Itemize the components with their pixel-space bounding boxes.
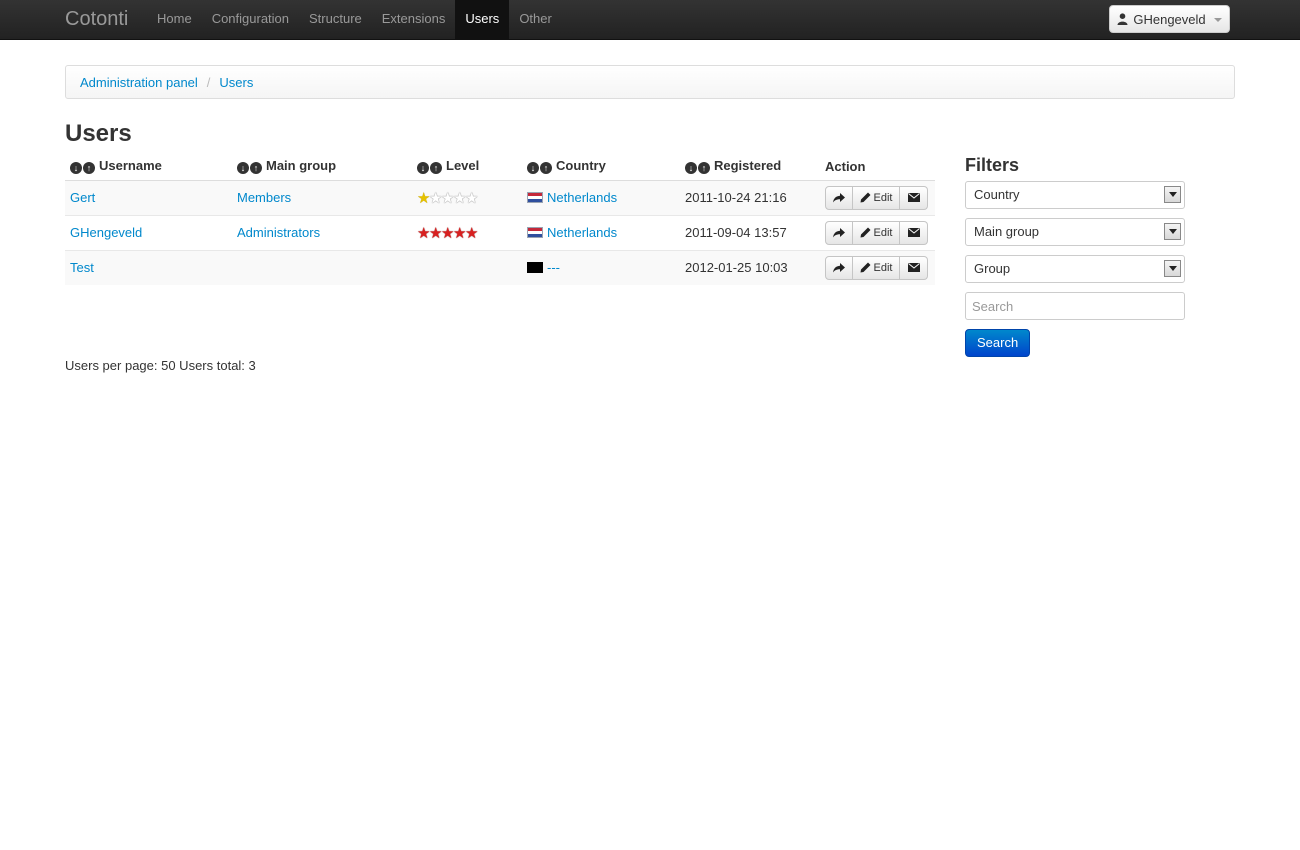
- main-group-link[interactable]: Members: [237, 190, 291, 205]
- search-button[interactable]: Search: [965, 329, 1031, 357]
- star-empty-icon: ★: [465, 190, 479, 207]
- star-filled-icon: ★: [417, 190, 431, 207]
- row-actions: Edit: [825, 255, 928, 280]
- registered-date: 2012-01-25 10:03: [680, 250, 820, 285]
- star-filled-icon: ★: [453, 225, 467, 242]
- users-table: ↓ ↑ Username ↓ ↑ Main group ↓ ↑ Level ↓ ↑ Countr…: [65, 153, 935, 285]
- caret-down-icon: [1213, 17, 1222, 22]
- column-header-username: ↓ ↑ Username: [65, 153, 232, 181]
- edit-button[interactable]: Edit: [853, 185, 900, 210]
- dropdown-arrow-icon: [1164, 186, 1181, 203]
- star-filled-icon: ★: [465, 225, 479, 242]
- user-menu-button[interactable]: GHengeveld: [1109, 5, 1230, 33]
- star-empty-icon: ★: [429, 190, 443, 207]
- breadcrumb: Administration panel / Users: [65, 65, 1235, 99]
- breadcrumb-users[interactable]: Users: [219, 75, 253, 90]
- dropdown-arrow-icon: [1164, 223, 1181, 240]
- sort-asc-icon[interactable]: ↑: [698, 162, 710, 175]
- star-filled-icon: ★: [441, 225, 455, 242]
- sort-desc-icon[interactable]: ↓: [237, 162, 249, 175]
- send-message-button[interactable]: [900, 185, 928, 210]
- main-nav: Home Configuration Structure Extensions …: [147, 0, 562, 40]
- netherlands-flag-icon: [527, 192, 543, 203]
- nav-extensions[interactable]: Extensions: [372, 0, 456, 40]
- main-group-link[interactable]: Administrators: [237, 225, 320, 240]
- edit-button[interactable]: Edit: [853, 220, 900, 245]
- column-header-country: ↓ ↑ Country: [522, 153, 680, 181]
- username-link[interactable]: Test: [70, 260, 94, 275]
- filters-panel: Filters Country Main group Group Search: [965, 155, 1185, 357]
- table-row: Test --- 2012-01-25 10:03 Edit: [65, 250, 935, 285]
- nav-users[interactable]: Users: [455, 0, 510, 40]
- sort-desc-icon[interactable]: ↓: [685, 162, 697, 175]
- country-select[interactable]: Country: [965, 181, 1185, 209]
- username-link[interactable]: Gert: [70, 190, 95, 205]
- pencil-icon: [860, 262, 871, 273]
- star-empty-icon: ★: [453, 190, 467, 207]
- share-arrow-icon: [833, 262, 845, 273]
- pencil-icon: [860, 192, 871, 203]
- row-actions: Edit: [825, 185, 928, 210]
- view-profile-button[interactable]: [825, 220, 853, 245]
- column-header-level: ↓ ↑ Level: [412, 153, 522, 181]
- column-header-action: Action: [820, 153, 935, 181]
- pagination-info: Users per page: 50 Users total: 3: [65, 358, 256, 373]
- column-header-main-group: ↓ ↑ Main group: [232, 153, 412, 181]
- registered-date: 2011-09-04 13:57: [680, 215, 820, 251]
- main-group-select[interactable]: Main group: [965, 218, 1185, 246]
- star-empty-icon: ★: [441, 190, 455, 207]
- user-menu-label: GHengeveld: [1133, 11, 1206, 27]
- envelope-icon: [907, 228, 920, 237]
- user-icon: [1117, 13, 1128, 25]
- sort-desc-icon[interactable]: ↓: [527, 162, 539, 175]
- registered-date: 2011-10-24 21:16: [680, 180, 820, 216]
- share-arrow-icon: [833, 192, 845, 202]
- star-filled-icon: ★: [417, 225, 431, 242]
- row-actions: Edit: [825, 220, 928, 245]
- sort-desc-icon[interactable]: ↓: [70, 162, 82, 175]
- nav-home[interactable]: Home: [147, 0, 202, 40]
- sort-desc-icon[interactable]: ↓: [417, 162, 429, 175]
- nav-other[interactable]: Other: [509, 0, 562, 40]
- unknown-flag-icon: [527, 262, 543, 274]
- country-link[interactable]: Netherlands: [547, 190, 617, 205]
- level-stars: ★ ★ ★ ★ ★: [417, 225, 479, 242]
- pencil-icon: [860, 227, 871, 238]
- envelope-icon: [907, 263, 920, 273]
- share-arrow-icon: [833, 227, 845, 237]
- filters-title: Filters: [965, 155, 1020, 175]
- sort-asc-icon[interactable]: ↑: [83, 162, 95, 175]
- level-stars: ★ ★ ★ ★ ★: [417, 190, 479, 207]
- sort-asc-icon[interactable]: ↑: [250, 162, 262, 175]
- group-select[interactable]: Group: [965, 255, 1185, 283]
- table-row: GHengeveld Administrators ★ ★ ★ ★ ★ Neth…: [65, 215, 935, 251]
- sort-asc-icon[interactable]: ↑: [430, 162, 442, 175]
- top-navbar: Cotonti Home Configuration Structure Ext…: [0, 0, 1300, 40]
- envelope-icon: [907, 193, 920, 202]
- breadcrumb-divider: /: [206, 74, 211, 90]
- dropdown-arrow-icon: [1164, 260, 1181, 277]
- send-message-button[interactable]: [900, 255, 928, 280]
- view-profile-button[interactable]: [825, 255, 853, 280]
- star-filled-icon: ★: [429, 225, 443, 242]
- search-input[interactable]: [965, 292, 1185, 320]
- table-row: Gert Members ★ ★ ★ ★ ★ Netherlands 2011-…: [65, 180, 935, 216]
- country-link[interactable]: Netherlands: [547, 225, 617, 240]
- netherlands-flag-icon: [527, 227, 543, 238]
- username-link[interactable]: GHengeveld: [70, 225, 142, 240]
- breadcrumb-administration-panel[interactable]: Administration panel: [80, 75, 198, 90]
- sort-asc-icon[interactable]: ↑: [540, 162, 552, 175]
- nav-configuration[interactable]: Configuration: [202, 0, 299, 40]
- column-header-registered: ↓ ↑ Registered: [680, 153, 820, 181]
- brand-logo[interactable]: Cotonti: [65, 8, 128, 31]
- edit-button[interactable]: Edit: [853, 255, 900, 280]
- send-message-button[interactable]: [900, 220, 928, 245]
- view-profile-button[interactable]: [825, 185, 853, 210]
- country-link[interactable]: ---: [547, 260, 560, 275]
- nav-structure[interactable]: Structure: [299, 0, 372, 40]
- page-title: Users: [65, 120, 132, 147]
